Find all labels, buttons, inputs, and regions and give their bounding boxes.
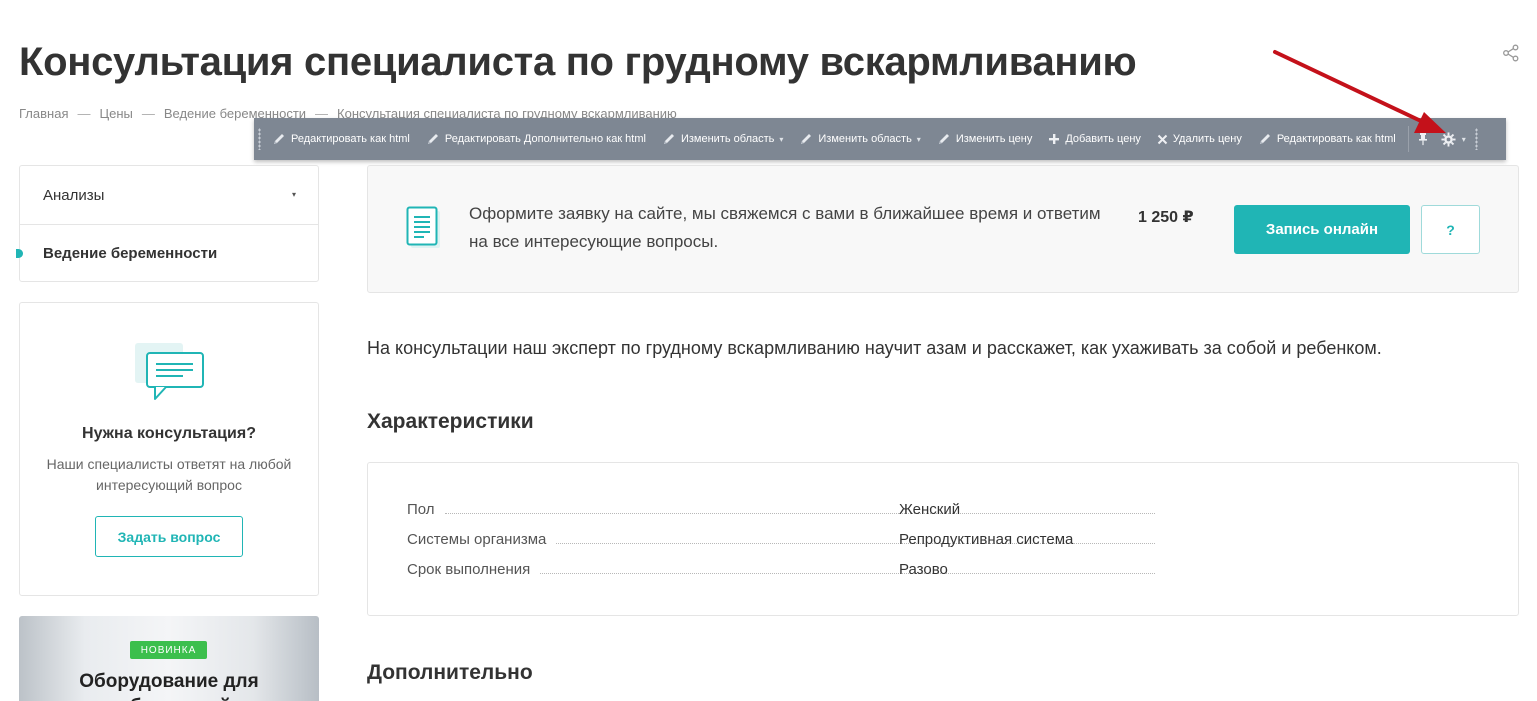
change-area-label: Изменить область — [818, 133, 912, 145]
ask-question-button[interactable]: Задать вопрос — [95, 516, 243, 557]
order-box: Оформите заявку на сайте, мы свяжемся с … — [367, 165, 1519, 293]
edit-html-button-2[interactable]: Редактировать как html — [1250, 118, 1404, 160]
additional-title: Дополнительно — [367, 661, 533, 684]
edit-additional-html-label: Редактировать Дополнительно как html — [444, 133, 646, 145]
property-name: Пол — [407, 500, 435, 518]
characteristics-title: Характеристики — [367, 410, 534, 433]
consultation-text: Наши специалисты ответят на любой интере… — [46, 456, 292, 493]
close-icon — [1157, 134, 1168, 144]
page-title: Консультация специалиста по грудному вск… — [19, 40, 1137, 84]
service-description: На консультации наш эксперт по грудному … — [367, 338, 1382, 358]
add-price-label: Добавить цену — [1065, 133, 1141, 145]
breadcrumb-item-home[interactable]: Главная — [19, 106, 68, 121]
toolbar-divider — [1407, 126, 1409, 152]
sidebar-item-analyses[interactable]: Анализы ▾ — [20, 166, 318, 224]
chevron-down-icon: ▾ — [916, 134, 921, 144]
change-area-button-1[interactable]: Изменить область ▾ — [654, 118, 791, 160]
property-value: Женский — [899, 500, 961, 518]
edit-html-label: Редактировать как html — [291, 133, 410, 145]
promo-title: Оборудование для лабораторий — [79, 671, 259, 701]
question-button[interactable]: ? — [1421, 205, 1480, 254]
dotted-leader — [540, 572, 1155, 574]
dotted-leader — [444, 512, 1155, 514]
chevron-down-icon: ▾ — [779, 134, 784, 144]
characteristics-table: Пол Женский Системы организма Репродукти… — [367, 462, 1519, 616]
order-text: Оформите заявку на сайте, мы свяжемся с … — [469, 204, 1101, 251]
delete-price-button[interactable]: Удалить цену — [1149, 118, 1250, 160]
property-row: Пол Женский — [407, 499, 1167, 519]
toolbar-drag-handle-right[interactable] — [1472, 118, 1482, 160]
pin-button[interactable] — [1411, 118, 1435, 160]
pencil-icon — [801, 134, 812, 144]
book-online-button[interactable]: Запись онлайн — [1234, 205, 1410, 254]
pencil-icon — [427, 134, 438, 144]
edit-additional-html-button[interactable]: Редактировать Дополнительно как html — [418, 118, 654, 160]
property-name: Системы организма — [407, 530, 547, 548]
chevron-down-icon[interactable]: ▾ — [292, 190, 296, 199]
sidebar-menu: Анализы ▾ Ведение беременности — [16, 165, 319, 282]
change-area-label: Изменить область — [680, 133, 775, 145]
pencil-icon — [663, 134, 674, 144]
edit-html-button[interactable]: Редактировать как html — [264, 118, 418, 160]
change-price-label: Изменить цену — [955, 133, 1033, 145]
pin-icon — [1418, 133, 1427, 146]
admin-edit-toolbar: Редактировать как html Редактировать Доп… — [254, 118, 1506, 160]
new-badge: НОВИНКА — [130, 641, 207, 659]
edit-html-label: Редактировать как html — [1276, 133, 1396, 145]
delete-price-label: Удалить цену — [1172, 133, 1242, 145]
plus-icon — [1049, 134, 1060, 144]
sidebar-item-label: Анализы — [43, 186, 105, 204]
chevron-down-icon: ▾ — [1461, 134, 1466, 144]
property-value: Разово — [899, 560, 948, 578]
property-row: Системы организма Репродуктивная система — [407, 529, 1167, 549]
consultation-card: Нужна консультация? Наши специалисты отв… — [19, 302, 319, 596]
sidebar-item-pregnancy[interactable]: Ведение беременности — [16, 224, 318, 282]
property-row: Срок выполнения Разово — [407, 559, 1167, 579]
consultation-title: Нужна консультация? — [82, 425, 256, 442]
property-value: Репродуктивная система — [899, 530, 1074, 548]
toolbar-drag-handle-left[interactable] — [254, 118, 264, 160]
pencil-icon — [274, 134, 284, 144]
sidebar-item-label: Ведение беременности — [43, 245, 218, 262]
property-name: Срок выполнения — [407, 560, 531, 578]
document-icon — [406, 206, 440, 248]
change-area-button-2[interactable]: Изменить область ▾ — [791, 118, 928, 160]
pencil-icon — [938, 134, 949, 144]
change-price-button[interactable]: Изменить цену — [929, 118, 1041, 160]
share-icon[interactable] — [1502, 44, 1520, 62]
breadcrumb-separator: — — [141, 106, 155, 121]
add-price-button[interactable]: Добавить цену — [1040, 118, 1149, 160]
breadcrumb-item-prices[interactable]: Цены — [99, 106, 132, 121]
gear-icon — [1441, 131, 1456, 147]
chat-bubble-icon — [135, 343, 204, 400]
pencil-icon — [1259, 134, 1270, 144]
breadcrumb-separator: — — [77, 106, 91, 121]
settings-button[interactable]: ▾ — [1435, 118, 1472, 160]
promo-card[interactable]: НОВИНКА Оборудование для лабораторий — [19, 616, 319, 701]
price-value: 1 250 ₽ — [1138, 209, 1194, 226]
